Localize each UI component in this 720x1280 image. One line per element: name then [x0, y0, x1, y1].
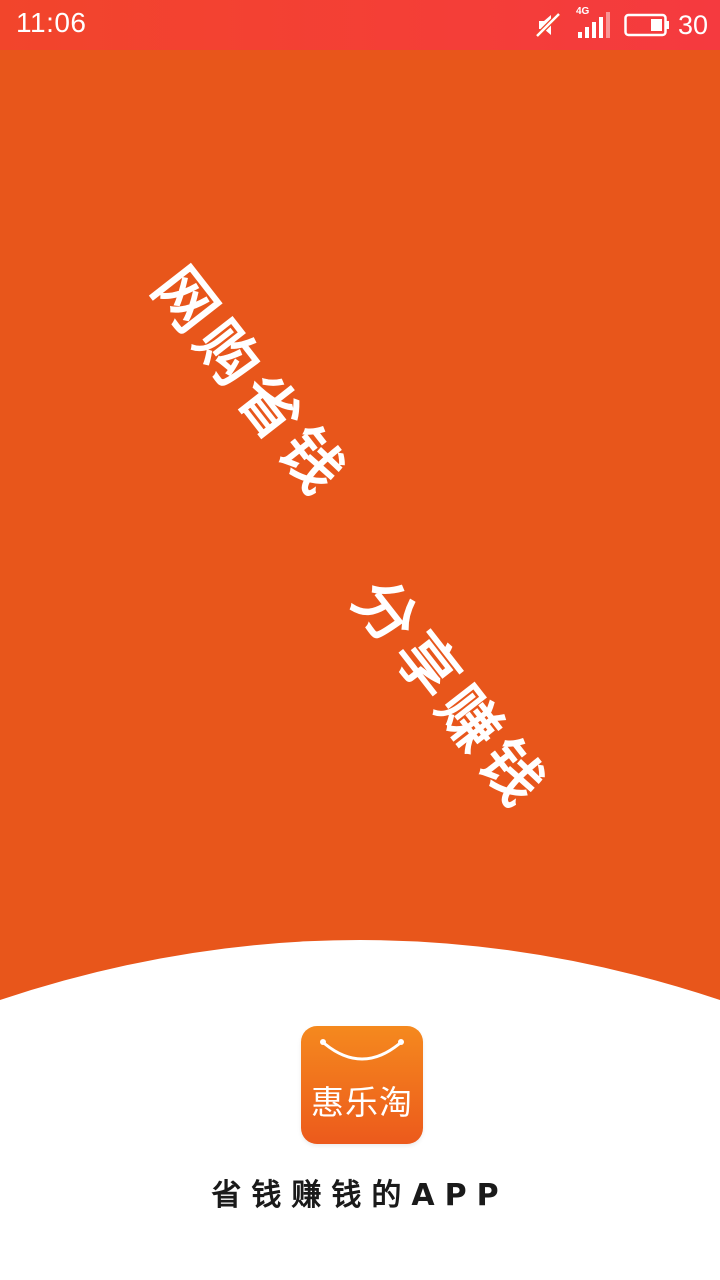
- status-icons: 4G 30: [534, 6, 708, 41]
- slogan-share-earn: 分享赚钱: [338, 566, 562, 825]
- app-logo-name: 惠乐淘: [311, 1083, 413, 1122]
- app-tagline: 省钱赚钱的APP: [211, 1178, 509, 1213]
- app-logo: 惠乐淘: [301, 1026, 423, 1144]
- splash-screen: 11:06 4G 30 网购省钱 分享赚钱 惠乐淘 省钱赚钱的APP: [0, 0, 720, 1280]
- status-time: 11:06: [16, 7, 87, 38]
- mute-icon: [535, 12, 561, 38]
- slogan-save-money: 网购省钱: [138, 254, 362, 513]
- shopping-bag-handle-icon: [320, 1039, 404, 1061]
- battery-icon: [624, 13, 669, 37]
- battery-level: 30: [677, 9, 708, 40]
- signal-icon: 4G: [576, 6, 612, 40]
- status-bar: 11:06 4G 30: [0, 0, 720, 50]
